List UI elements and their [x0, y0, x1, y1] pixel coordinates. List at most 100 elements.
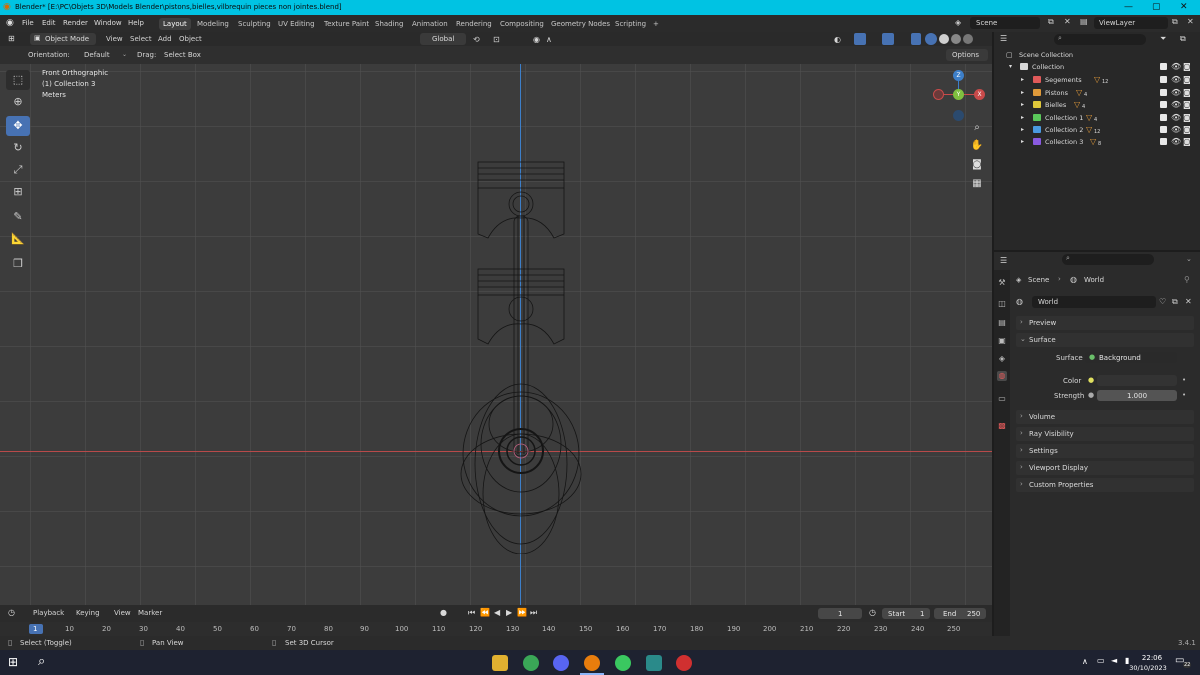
eye-icon[interactable]: 👁: [1171, 137, 1181, 146]
expand-arrow-icon[interactable]: ▸: [1021, 76, 1024, 83]
tab-geometry-nodes[interactable]: Geometry Nodes: [547, 18, 614, 30]
timeline-ruler[interactable]: 1 10 20 30 40 50 60 70 80 90 100 110 120…: [0, 622, 992, 636]
tab-layout[interactable]: Layout: [159, 18, 191, 30]
new-scene-icon[interactable]: ⧉: [1048, 17, 1054, 27]
strength-field[interactable]: 1.000: [1097, 390, 1177, 401]
eye-icon[interactable]: 👁: [1171, 113, 1181, 122]
wireframe-shading-icon[interactable]: [925, 33, 937, 45]
outliner-row-scene-collection[interactable]: ▢ Scene Collection: [994, 49, 1200, 61]
collection-tab-icon[interactable]: ▭: [997, 394, 1007, 404]
properties-search-input[interactable]: ⌕: [1062, 254, 1154, 265]
fake-user-icon[interactable]: ♡: [1159, 297, 1166, 306]
tab-sculpting[interactable]: Sculpting: [234, 18, 275, 30]
menu-view[interactable]: View: [114, 609, 131, 617]
expand-arrow-icon[interactable]: ▸: [1021, 138, 1024, 145]
tab-animation[interactable]: Animation: [408, 18, 452, 30]
orientation-selector[interactable]: Default ⌄: [70, 49, 130, 61]
camera-view-icon[interactable]: ◙: [970, 159, 984, 173]
camera-icon[interactable]: ◙: [1183, 75, 1191, 84]
settings-panel-header[interactable]: › Settings: [1016, 444, 1194, 458]
new-collection-icon[interactable]: ⧉: [1180, 34, 1186, 44]
mode-selector[interactable]: ▣ Object Mode: [30, 33, 96, 45]
expand-arrow-icon[interactable]: ▸: [1021, 89, 1024, 96]
overlay-toggle-icon[interactable]: [882, 33, 894, 45]
neg-z-axis-icon[interactable]: [953, 110, 964, 121]
close-icon[interactable]: ✕: [1180, 2, 1188, 12]
record-icon[interactable]: ●: [440, 608, 447, 617]
expand-arrow-icon[interactable]: ▸: [1021, 126, 1024, 133]
drag-selector[interactable]: Select Box: [160, 49, 208, 61]
expand-arrow-icon[interactable]: ▸: [1021, 101, 1024, 108]
view-layer-selector[interactable]: ViewLayer: [1094, 17, 1168, 29]
menu-edit[interactable]: Edit: [42, 19, 56, 27]
tab-modeling[interactable]: Modeling: [193, 18, 233, 30]
rendered-shading-icon[interactable]: [963, 34, 973, 44]
menu-window[interactable]: Window: [94, 19, 122, 27]
add-workspace-button[interactable]: +: [649, 18, 663, 30]
measure-tool[interactable]: 📐: [6, 229, 30, 249]
world-browse-icon[interactable]: ◍: [1016, 297, 1023, 306]
clock-time[interactable]: 22:06: [1136, 654, 1168, 662]
clock-icon[interactable]: ◷: [869, 608, 876, 617]
solid-shading-icon[interactable]: [939, 34, 949, 44]
scene-tab-icon[interactable]: ◈: [997, 354, 1007, 364]
rotate-tool[interactable]: ↻: [6, 138, 30, 158]
menu-keying[interactable]: Keying: [76, 609, 100, 617]
3d-viewport[interactable]: ⬚ ⊕ ✥ ↻ ⤢ ⊞ ✎ 📐 ❒ Front Orthographic (1)…: [0, 64, 992, 605]
search-icon[interactable]: ⌕: [38, 654, 45, 669]
unlink-icon[interactable]: ✕: [1185, 297, 1192, 306]
menu-playback[interactable]: Playback: [33, 609, 64, 617]
camera-icon[interactable]: ◙: [1183, 113, 1191, 122]
snap-icon[interactable]: ⊡: [493, 35, 500, 44]
menu-object[interactable]: Object: [179, 35, 202, 43]
add-cube-tool[interactable]: ❒: [6, 254, 30, 274]
menu-select[interactable]: Select: [130, 35, 152, 43]
custom-properties-panel-header[interactable]: › Custom Properties: [1016, 478, 1194, 492]
camera-icon[interactable]: ◙: [1183, 62, 1191, 71]
preview-panel-header[interactable]: › Preview: [1016, 316, 1194, 330]
tab-scripting[interactable]: Scripting: [611, 18, 650, 30]
start-frame-field[interactable]: Start 1: [882, 608, 930, 619]
timeline-editor-icon[interactable]: ◷: [8, 608, 15, 617]
annotate-tool[interactable]: ✎: [6, 207, 30, 227]
blender-taskbar-icon[interactable]: [584, 655, 600, 671]
neg-x-axis-icon[interactable]: [933, 89, 944, 100]
collection-checkbox[interactable]: [1160, 126, 1167, 133]
keyframe-icon[interactable]: •: [1182, 376, 1186, 384]
navigation-gizmo[interactable]: Z X Y: [931, 68, 987, 124]
tool-tab-icon[interactable]: ⚒: [997, 278, 1007, 288]
filter-icon[interactable]: ⏷: [1160, 34, 1166, 44]
falloff-icon[interactable]: ∧: [546, 35, 552, 44]
app-icon-green[interactable]: [615, 655, 631, 671]
color-field[interactable]: [1097, 375, 1177, 386]
outliner-row-bielles[interactable]: ▸ Bielles ▽ 4 👁 ◙: [994, 99, 1200, 111]
texture-tab-icon[interactable]: ▩: [997, 421, 1007, 431]
delete-view-layer-icon[interactable]: ✕: [1187, 17, 1194, 26]
perspective-grid-icon[interactable]: ▦: [970, 178, 984, 192]
render-tab-icon[interactable]: ◫: [997, 299, 1007, 309]
current-frame-field[interactable]: 1: [818, 608, 862, 619]
view-layer-tab-icon[interactable]: ▣: [997, 336, 1007, 346]
z-axis-icon[interactable]: Z: [953, 70, 964, 81]
menu-marker[interactable]: Marker: [138, 609, 162, 617]
file-explorer-icon[interactable]: [492, 655, 508, 671]
eye-icon[interactable]: 👁: [1171, 88, 1181, 97]
scale-tool[interactable]: ⤢: [6, 160, 30, 180]
world-name-field[interactable]: World: [1032, 296, 1156, 308]
tray-chevron-up-icon[interactable]: ∧: [1082, 657, 1088, 666]
outliner-editor-icon[interactable]: ☰: [1000, 34, 1007, 43]
eye-icon[interactable]: 👁: [1171, 75, 1181, 84]
y-axis-icon[interactable]: Y: [953, 89, 964, 100]
play-reverse-icon[interactable]: ◀: [494, 608, 500, 617]
select-box-tool[interactable]: ⬚: [6, 70, 30, 90]
duplicate-icon[interactable]: ⧉: [1172, 297, 1178, 307]
blender-menu-icon[interactable]: ◉: [6, 18, 14, 28]
camera-icon[interactable]: ◙: [1183, 137, 1191, 146]
pivot-icon[interactable]: ⟲: [473, 35, 480, 44]
collection-checkbox[interactable]: [1160, 89, 1167, 96]
camera-icon[interactable]: ◙: [1183, 100, 1191, 109]
chevron-down-icon[interactable]: ⌄: [1186, 255, 1192, 263]
outliner-row-segements[interactable]: ▸ Segements ▽ 12 👁 ◙: [994, 74, 1200, 86]
chrome-icon[interactable]: [523, 655, 539, 671]
outliner-search-input[interactable]: ⌕: [1054, 34, 1146, 45]
